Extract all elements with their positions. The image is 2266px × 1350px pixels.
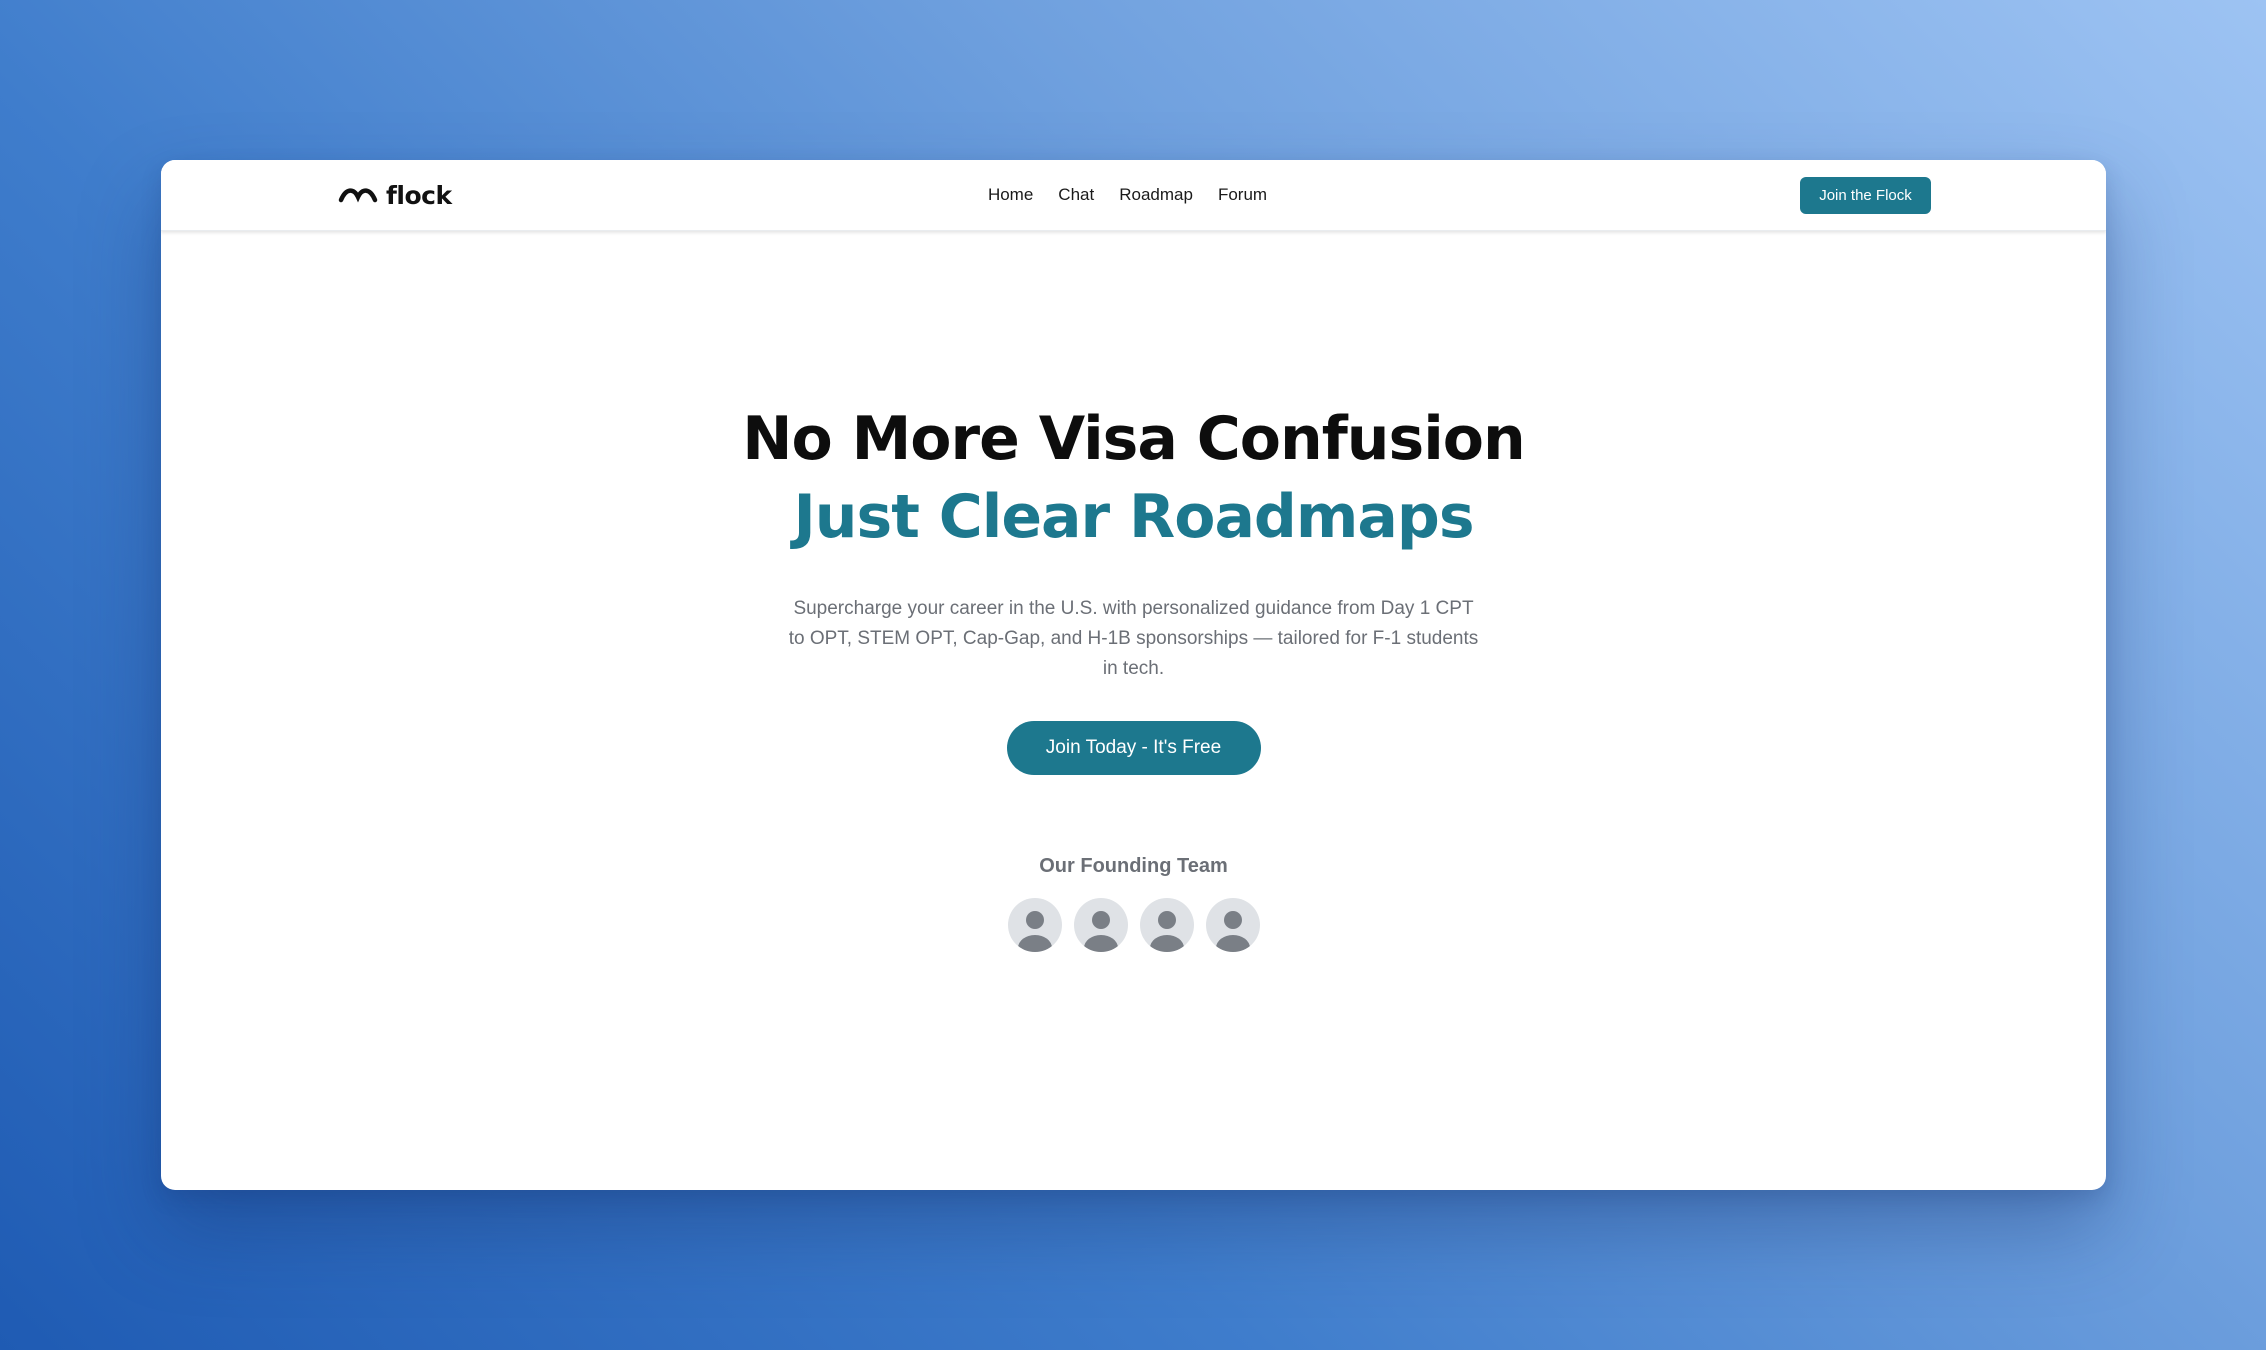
hero-section: No More Visa Confusion Just Clear Roadma…	[161, 400, 2106, 952]
user-placeholder-icon	[1083, 911, 1118, 952]
founding-team-avatars	[161, 898, 2106, 952]
avatar[interactable]	[1007, 898, 1062, 952]
founding-team-title: Our Founding Team	[1039, 855, 1228, 877]
navbar: flock Home Chat Roadmap Forum Join the F…	[161, 160, 2106, 231]
hero-subtext: Supercharge your career in the U.S. with…	[788, 598, 1479, 679]
join-the-flock-button[interactable]: Join the Flock	[1800, 177, 1931, 214]
avatar[interactable]	[1073, 898, 1128, 952]
join-today-button[interactable]: Join Today - It's Free	[1006, 721, 1261, 775]
hero-headline-accent: Just Clear Roadmaps	[793, 482, 1474, 552]
avatar[interactable]	[1205, 898, 1260, 952]
nav-link-home[interactable]: Home	[988, 185, 1033, 205]
user-placeholder-icon	[1215, 911, 1250, 952]
hero-headline: No More Visa Confusion	[742, 404, 1525, 474]
user-placeholder-icon	[1017, 911, 1052, 952]
user-placeholder-icon	[1149, 911, 1184, 952]
nav-link-chat[interactable]: Chat	[1058, 185, 1094, 205]
nav-link-forum[interactable]: Forum	[1218, 185, 1267, 205]
nav-link-roadmap[interactable]: Roadmap	[1119, 185, 1193, 205]
browser-window: flock Home Chat Roadmap Forum Join the F…	[161, 160, 2106, 1190]
avatar[interactable]	[1139, 898, 1194, 952]
